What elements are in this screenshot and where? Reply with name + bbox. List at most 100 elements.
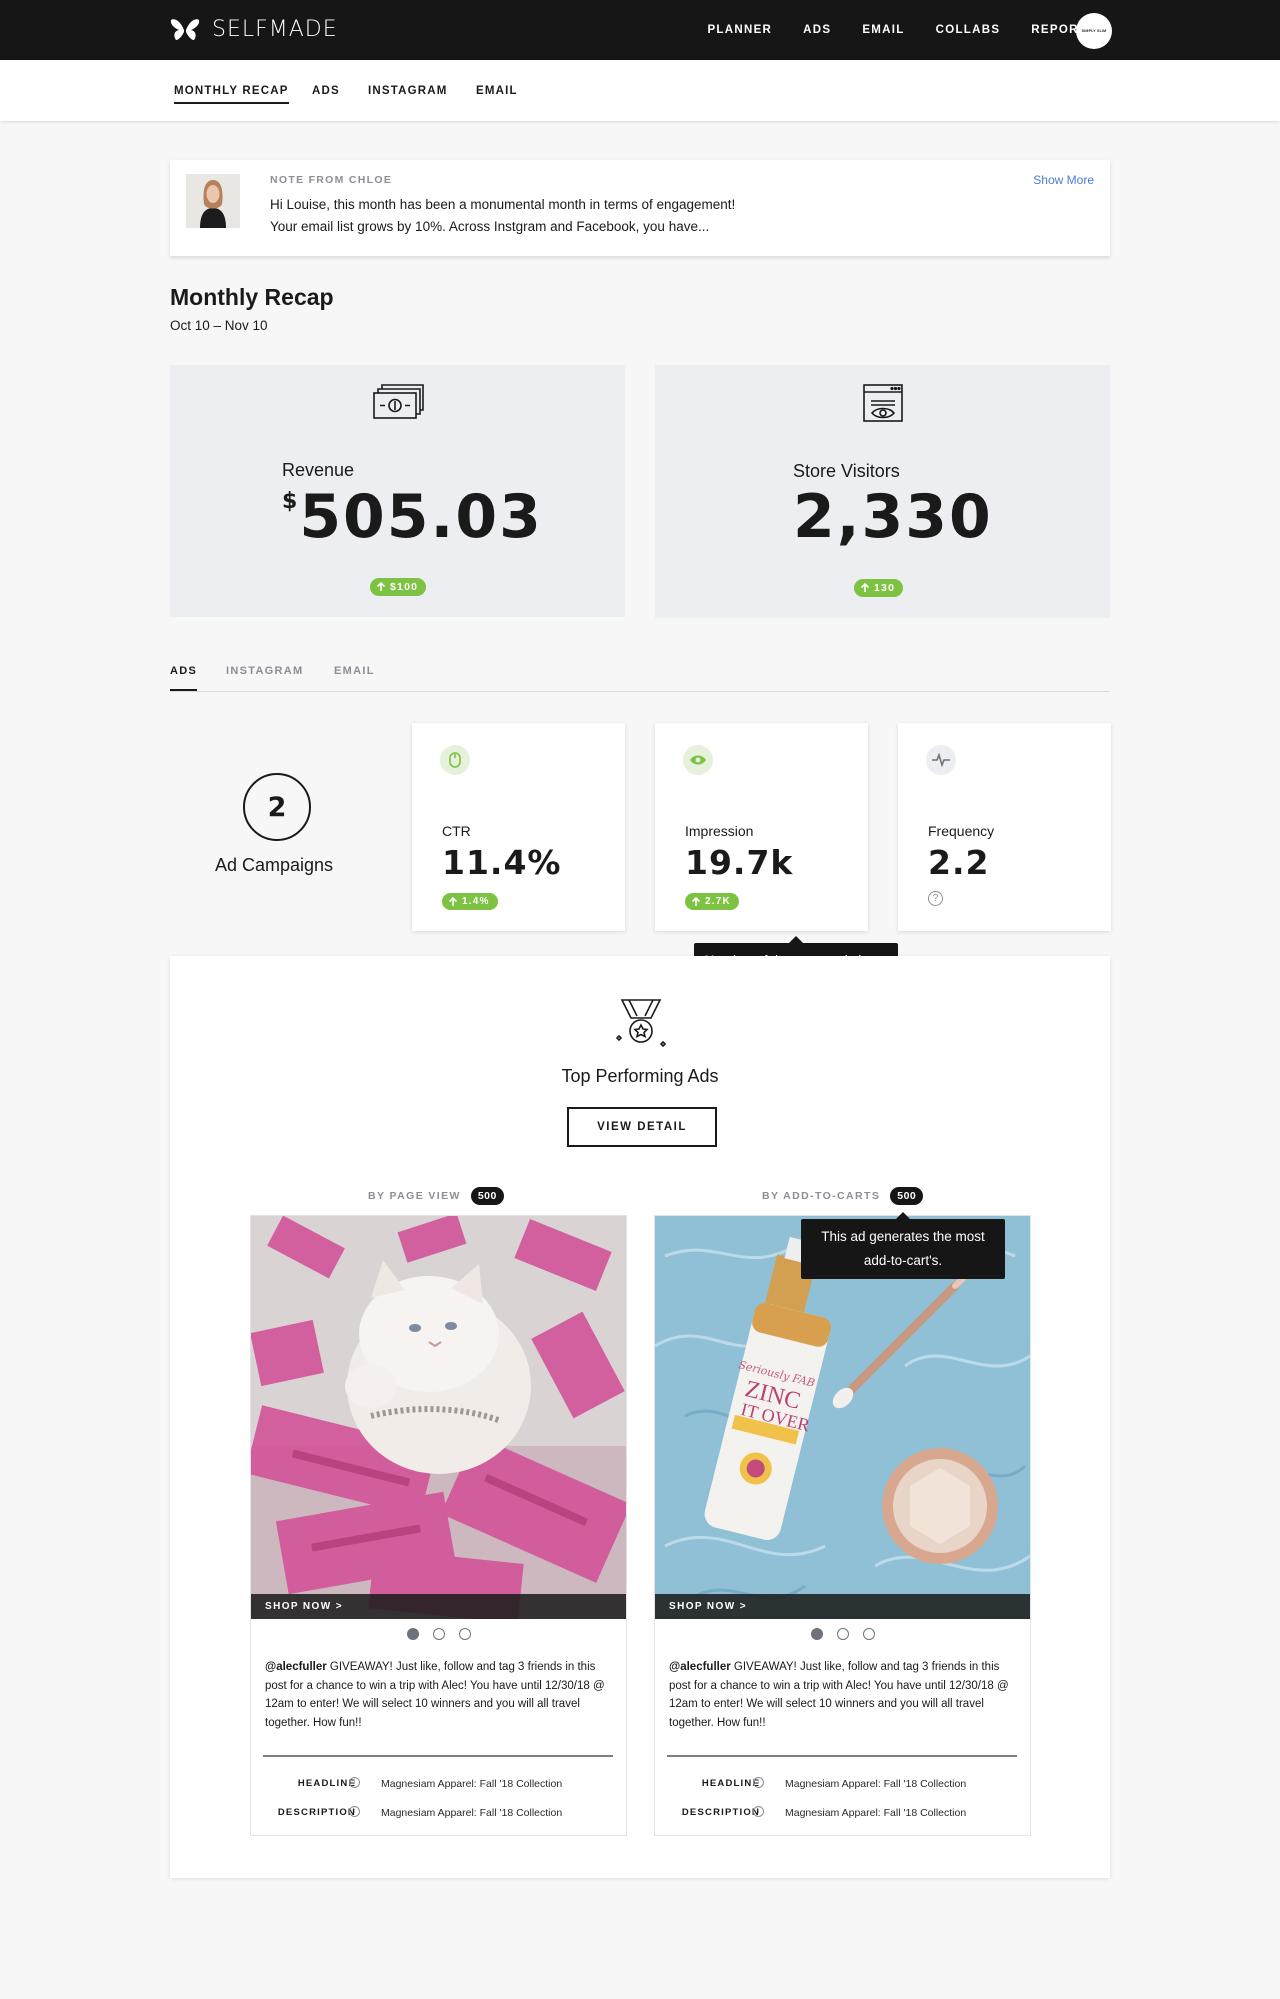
- info-icon[interactable]: i: [753, 1806, 764, 1817]
- headline-value: Magnesiam Apparel: Fall '18 Collection: [381, 1778, 563, 1790]
- currency-symbol: $: [282, 489, 298, 514]
- channel-tabs: ADS INSTAGRAM EMAIL: [170, 650, 1110, 692]
- carousel-dot-active[interactable]: [406, 1628, 419, 1640]
- headline-key: HEADLINE: [701, 1778, 760, 1789]
- description-key: DESCRIPTION: [277, 1807, 356, 1818]
- carousel-dots: [251, 1628, 626, 1640]
- ad-card-add-to-carts[interactable]: Seriously FAB ZINC IT OVER SHOP NOW > @a…: [654, 1215, 1031, 1836]
- subnav-ads[interactable]: ADS: [312, 85, 340, 102]
- medal-icon: [613, 996, 669, 1053]
- impression-label: Impression: [685, 823, 754, 839]
- ad-1-count-badge: 500: [470, 1187, 504, 1205]
- ad-2-label-row: BY ADD-TO-CARTS 500: [762, 1187, 924, 1205]
- account-avatar[interactable]: SIMPLY SLIM: [1076, 13, 1112, 49]
- tab-email[interactable]: EMAIL: [334, 665, 375, 689]
- arrow-up-icon: [448, 896, 458, 906]
- revenue-value: $505.03: [282, 487, 543, 547]
- butterfly-icon: [170, 18, 200, 40]
- arrow-up-icon: [691, 896, 701, 906]
- subnav-monthly-recap[interactable]: MONTHLY RECAP: [174, 85, 289, 104]
- brand-name: SELFMADE: [212, 17, 338, 42]
- ad-2-caption: @alecfuller GIVEAWAY! Just like, follow …: [669, 1658, 1019, 1732]
- date-range: Oct 10 – Nov 10: [170, 318, 268, 333]
- impression-change: 2.7K: [705, 896, 731, 907]
- main-nav: PLANNER ADS EMAIL COLLABS REPORTS: [676, 0, 1096, 60]
- visitors-change-badge: 130: [854, 579, 904, 597]
- carousel-dot[interactable]: [432, 1628, 445, 1640]
- ad-1-label: BY PAGE VIEW: [368, 1190, 461, 1202]
- campaign-label: Ad Campaigns: [214, 855, 334, 875]
- info-icon[interactable]: i: [349, 1777, 360, 1788]
- headline-value: Magnesiam Apparel: Fall '18 Collection: [785, 1778, 967, 1790]
- ad-card-page-view[interactable]: SHOP NOW > @alecfuller GIVEAWAY! Just li…: [250, 1215, 627, 1836]
- revenue-change: $100: [390, 581, 419, 593]
- subnav-instagram[interactable]: INSTAGRAM: [368, 85, 448, 102]
- note-card: NOTE FROM CHLOE Hi Louise, this month ha…: [170, 160, 1110, 256]
- nav-planner[interactable]: PLANNER: [707, 24, 772, 36]
- top-performing-ads: Top Performing Ads VIEW DETAIL BY PAGE V…: [170, 956, 1110, 1878]
- impression-card: Impression 19.7k 2.7K: [655, 723, 868, 931]
- ctr-change: 1.4%: [462, 896, 490, 907]
- ad-2-label: BY ADD-TO-CARTS: [762, 1190, 881, 1202]
- subnav-email[interactable]: EMAIL: [476, 85, 518, 102]
- add-to-cart-tooltip: This ad generates the most add-to-cart's…: [801, 1212, 1005, 1279]
- sub-nav: MONTHLY RECAP ADS INSTAGRAM EMAIL: [0, 60, 1280, 121]
- impression-change-badge: 2.7K: [685, 893, 739, 910]
- store-visitors-card: Store Visitors 2,330 130: [655, 365, 1110, 618]
- headline-key: HEADLINE: [297, 1778, 356, 1789]
- revenue-card: Revenue $505.03 $100: [170, 365, 625, 617]
- note-message: Hi Louise, this month has been a monumen…: [270, 194, 830, 238]
- nav-collabs[interactable]: COLLABS: [936, 24, 1001, 36]
- ad-2-count-badge: 500: [890, 1187, 924, 1205]
- frequency-label: Frequency: [928, 823, 995, 839]
- shop-now-button[interactable]: SHOP NOW >: [655, 1594, 1030, 1619]
- carousel-dot[interactable]: [862, 1628, 875, 1640]
- mouse-icon: [440, 745, 470, 775]
- ctr-value: 11.4%: [442, 843, 562, 882]
- carousel-dot[interactable]: [836, 1628, 849, 1640]
- page-title: Monthly Recap: [170, 284, 334, 310]
- arrow-up-icon: [376, 582, 386, 591]
- tab-instagram[interactable]: INSTAGRAM: [226, 665, 304, 689]
- money-icon: [372, 383, 424, 426]
- divider: [263, 1755, 613, 1757]
- ad-1-image: [251, 1216, 626, 1619]
- show-more-link[interactable]: Show More: [1033, 173, 1094, 187]
- frequency-value: 2.2: [928, 843, 990, 882]
- section-title: Top Performing Ads: [561, 1066, 719, 1086]
- ctr-card: CTR 11.4% 1.4%: [412, 723, 625, 931]
- ad-2-handle[interactable]: @alecfuller: [669, 1661, 731, 1673]
- nav-email[interactable]: EMAIL: [862, 24, 904, 36]
- note-line-1: Hi Louise, this month has been a monumen…: [270, 197, 736, 212]
- view-detail-button[interactable]: VIEW DETAIL: [567, 1107, 717, 1147]
- carousel-dot-active[interactable]: [810, 1628, 823, 1640]
- pulse-icon: [926, 745, 956, 775]
- revenue-label: Revenue: [282, 460, 355, 480]
- ad-1-label-row: BY PAGE VIEW 500: [368, 1187, 504, 1205]
- ad-1-handle[interactable]: @alecfuller: [265, 1661, 327, 1673]
- visitors-label: Store Visitors: [793, 461, 900, 481]
- revenue-amount: 505.03: [299, 482, 543, 552]
- nav-ads[interactable]: ADS: [803, 24, 831, 36]
- info-icon[interactable]: i: [753, 1777, 764, 1788]
- revenue-change-badge: $100: [370, 578, 427, 596]
- description-value: Magnesiam Apparel: Fall '18 Collection: [381, 1807, 563, 1819]
- ctr-label: CTR: [442, 823, 471, 839]
- tab-ads[interactable]: ADS: [170, 665, 198, 691]
- info-icon[interactable]: i: [349, 1806, 360, 1817]
- top-bar: SELFMADE PLANNER ADS EMAIL COLLABS REPOR…: [0, 0, 1280, 60]
- eye-icon: [683, 745, 713, 775]
- carousel-dots: [655, 1628, 1030, 1640]
- carousel-dot[interactable]: [458, 1628, 471, 1640]
- note-label: NOTE FROM CHLOE: [270, 174, 393, 186]
- arrow-up-icon: [860, 583, 870, 592]
- ctr-change-badge: 1.4%: [442, 893, 498, 910]
- visitors-change: 130: [874, 582, 896, 594]
- brand-logo[interactable]: SELFMADE: [170, 17, 338, 42]
- visitors-value: 2,330: [793, 482, 993, 552]
- chloe-avatar: [186, 174, 240, 228]
- divider: [667, 1755, 1017, 1757]
- campaign-count: 2: [243, 773, 311, 841]
- help-icon[interactable]: ?: [928, 891, 943, 906]
- shop-now-button[interactable]: SHOP NOW >: [251, 1594, 626, 1619]
